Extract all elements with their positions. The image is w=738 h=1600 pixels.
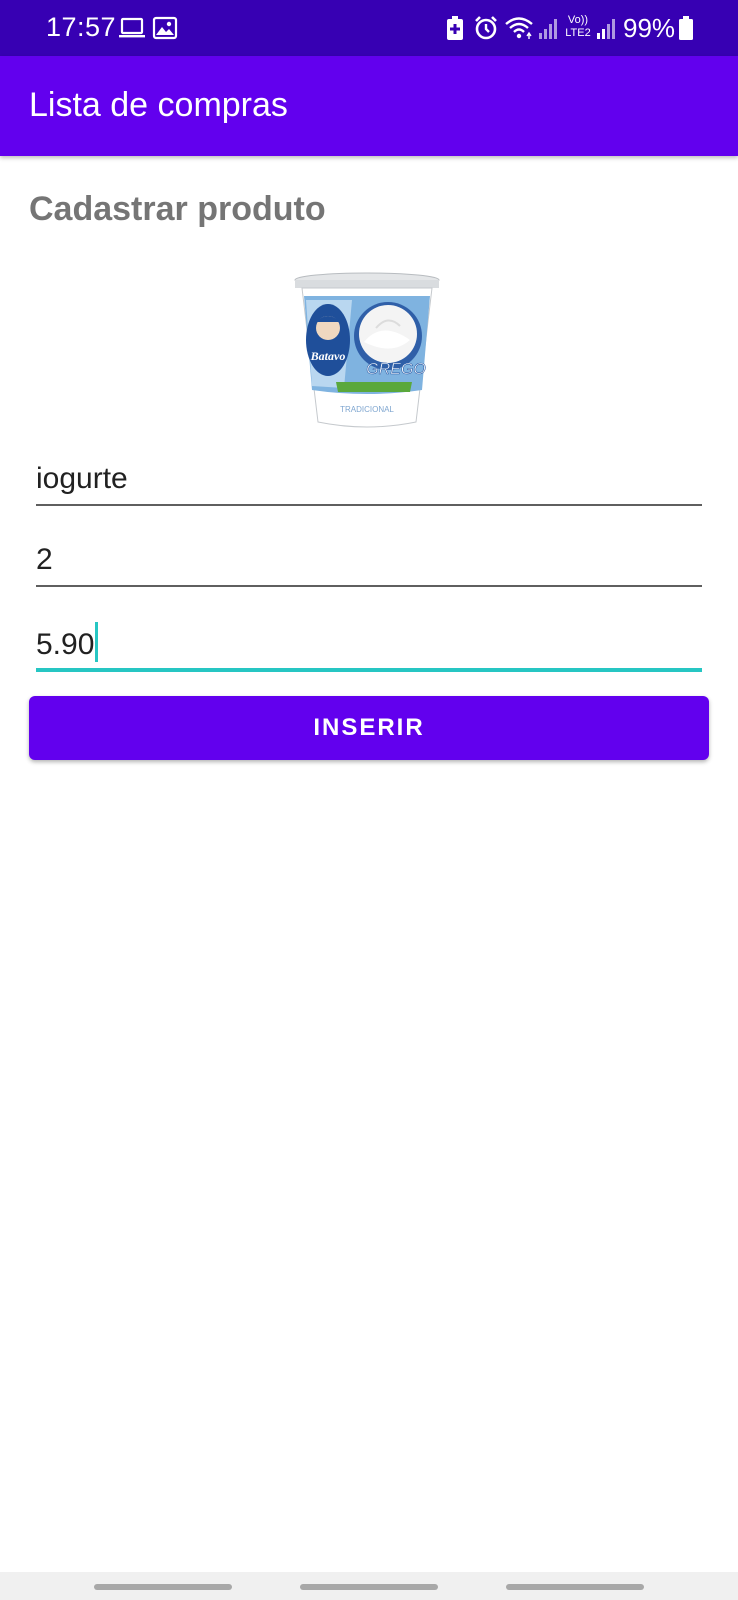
field-underline (36, 585, 702, 587)
product-name-field[interactable]: iogurte (36, 446, 702, 506)
signal-icon (597, 19, 615, 39)
price-value: 5.90 (36, 628, 95, 661)
app-title: Lista de compras (29, 86, 288, 124)
field-underline (36, 504, 702, 506)
battery-saver-icon (447, 16, 463, 40)
navigation-bar (0, 1572, 738, 1600)
tradicional-label: TRADICIONAL (340, 405, 394, 414)
price-value-wrap: 5.90 (36, 622, 99, 662)
laptop-icon (119, 17, 145, 38)
page-title: Cadastrar produto (29, 190, 326, 228)
image-icon (152, 16, 178, 40)
alarm-icon (475, 16, 497, 40)
nav-home-indicator[interactable] (300, 1584, 438, 1590)
text-cursor (95, 622, 99, 662)
status-bar: 17:57 Vo)) LTE2 99% (0, 0, 738, 56)
field-underline-focused (36, 668, 702, 672)
grego-label: GREGO (366, 361, 426, 378)
price-field[interactable]: 5.90 (36, 612, 702, 672)
product-name-value: iogurte (36, 462, 128, 495)
nav-back-indicator[interactable] (506, 1584, 644, 1590)
screen: 17:57 Vo)) LTE2 99% Lista de compras Cad… (0, 0, 738, 1600)
quantity-field[interactable]: 2 (36, 527, 702, 587)
insert-button[interactable]: INSERIR (29, 696, 709, 760)
nav-recents-indicator[interactable] (94, 1584, 232, 1590)
quantity-value: 2 (36, 543, 53, 576)
status-time: 17:57 (46, 12, 117, 42)
app-bar: Lista de compras (0, 56, 738, 156)
volte-lte-icon: Vo)) LTE2 (565, 14, 591, 39)
signal-icon (539, 19, 557, 39)
wifi-icon (505, 17, 533, 39)
product-image: Batavo GREGO TRADICIONAL (294, 272, 440, 428)
brand-logo-text: Batavo (310, 349, 346, 363)
battery-percentage: 99% (623, 13, 676, 43)
battery-icon (679, 16, 693, 40)
